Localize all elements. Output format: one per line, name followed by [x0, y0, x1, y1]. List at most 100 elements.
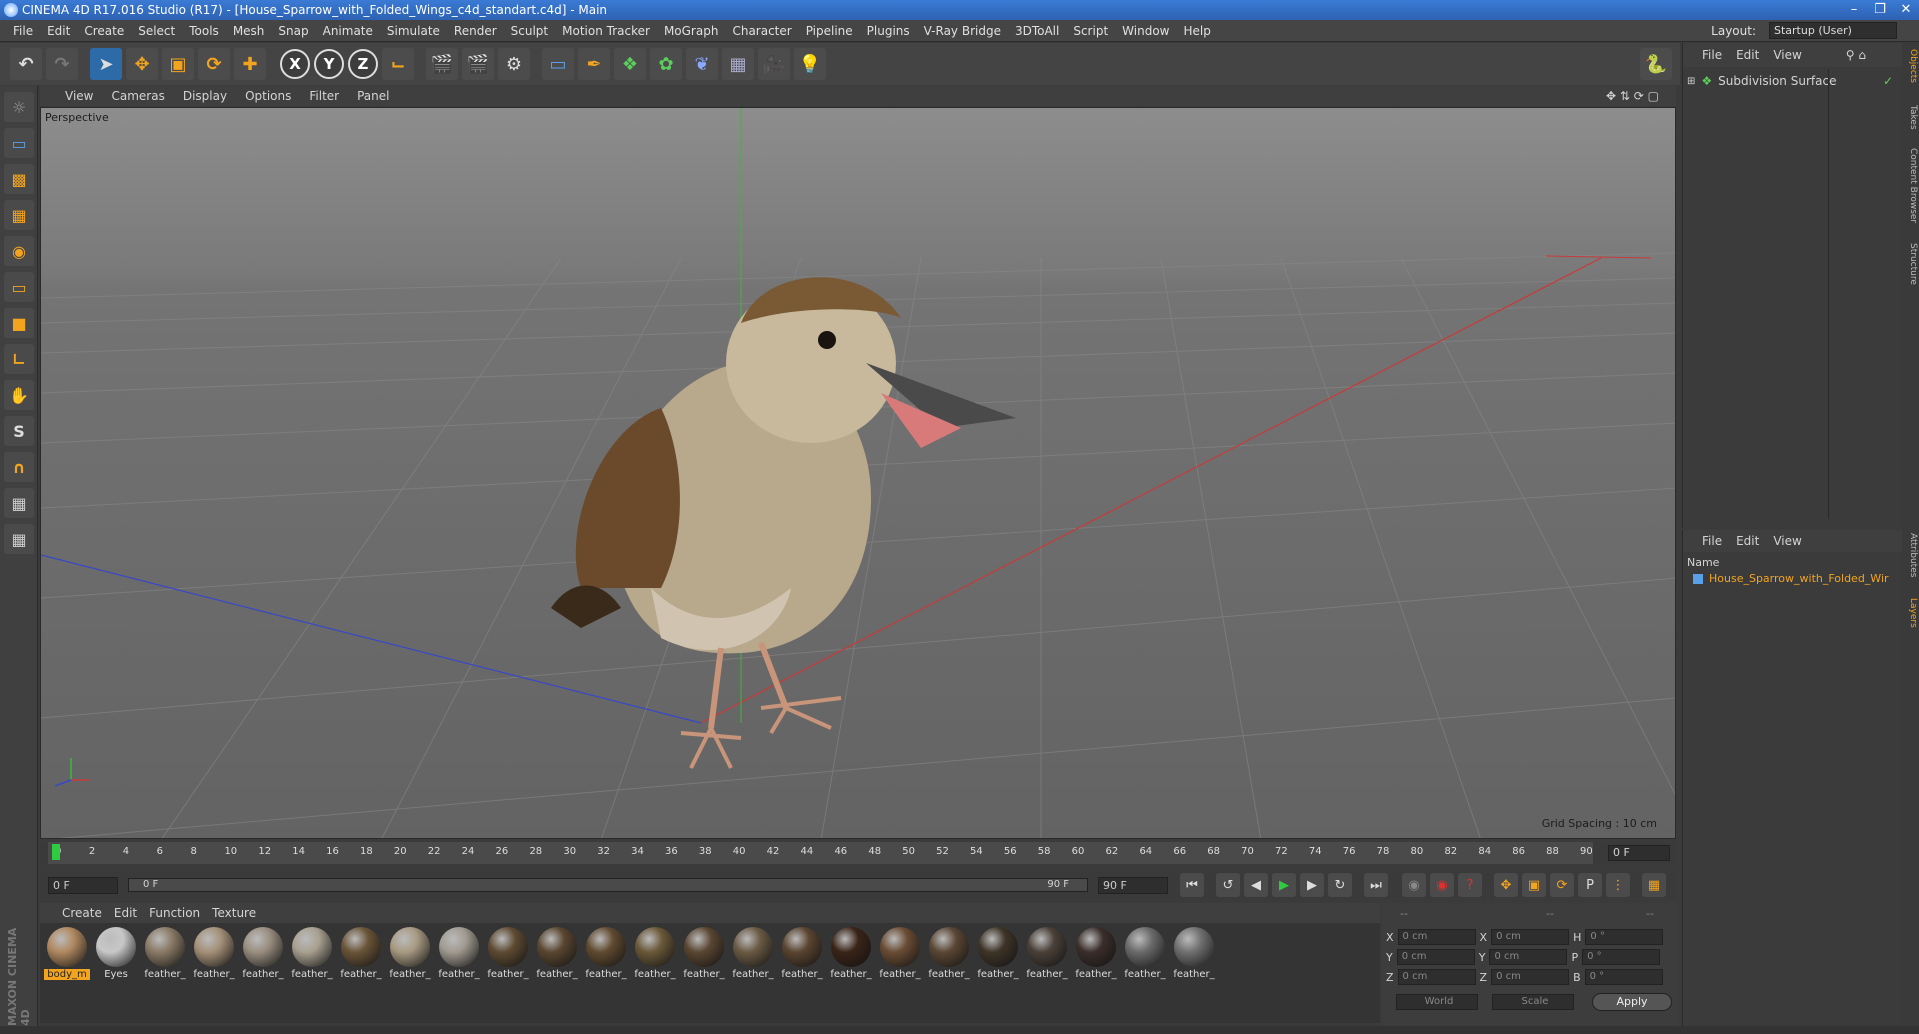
menu-pipeline[interactable]: Pipeline — [799, 24, 860, 38]
layer-menu-view[interactable]: View — [1766, 534, 1808, 548]
material-thumbnail[interactable]: feather_ — [289, 927, 335, 980]
timeline[interactable]: 0246810121416182022242628303234363840424… — [40, 842, 1676, 864]
position-x-input[interactable]: 0 cm — [1397, 929, 1476, 945]
viewport-menu-options[interactable]: Options — [236, 89, 300, 103]
grid-snap-icon[interactable]: ▦ — [4, 524, 34, 554]
menu-select[interactable]: Select — [131, 24, 182, 38]
rotation-key-icon[interactable]: ⟳ — [1550, 873, 1574, 897]
menu-character[interactable]: Character — [725, 24, 798, 38]
material-thumbnail[interactable]: feather_ — [1122, 927, 1168, 980]
workplane-mode-icon[interactable]: ▦ — [4, 200, 34, 230]
close-icon[interactable]: ✕ — [1893, 0, 1919, 20]
model-mode-icon[interactable]: ▭ — [4, 128, 34, 158]
menu-script[interactable]: Script — [1066, 24, 1115, 38]
position-key-icon[interactable]: ✥ — [1494, 873, 1518, 897]
play-forward-icon[interactable]: ▶ — [1272, 873, 1296, 897]
cloner-icon[interactable]: ✿ — [650, 48, 682, 80]
material-thumbnail[interactable]: feather_ — [338, 927, 384, 980]
z-axis-lock-icon[interactable]: Z — [348, 49, 378, 79]
viewport-nav-icons[interactable]: ✥ ⇅ ⟳ ▢ — [1597, 89, 1668, 103]
size-mode-select[interactable]: Scale — [1492, 994, 1574, 1010]
material-thumbnail[interactable]: feather_ — [436, 927, 482, 980]
render-settings-icon[interactable]: ⚙ — [498, 48, 530, 80]
tab-takes[interactable]: Takes — [1903, 105, 1918, 130]
points-mode-icon[interactable]: ◉ — [4, 236, 34, 266]
viewport-menu-cameras[interactable]: Cameras — [102, 89, 173, 103]
go-to-end-icon[interactable]: ⏭ — [1364, 873, 1388, 897]
select-tool-icon[interactable]: ➤ — [90, 48, 122, 80]
minimize-icon[interactable]: – — [1841, 0, 1867, 20]
menu-3dtoall[interactable]: 3DToAll — [1008, 24, 1066, 38]
render-picture-viewer-icon[interactable]: 🎬 — [462, 48, 494, 80]
menu-edit[interactable]: Edit — [40, 24, 77, 38]
make-editable-icon[interactable]: ☼ — [4, 92, 34, 122]
magnet-icon[interactable]: ∩ — [4, 452, 34, 482]
apply-button[interactable]: Apply — [1592, 993, 1672, 1011]
object-row-subdivision-surface[interactable]: ⊞ ❖ Subdivision Surface ✓ — [1687, 73, 1897, 89]
perspective-viewport[interactable]: Perspective Grid Spacing: 10 cm — [40, 107, 1676, 839]
subdivision-surface-icon[interactable]: ❖ — [614, 48, 646, 80]
object-menu-view[interactable]: View — [1766, 48, 1808, 62]
material-thumbnail[interactable]: feather_ — [1171, 927, 1217, 980]
material-thumbnail[interactable]: Eyes — [93, 927, 139, 980]
material-thumbnail[interactable]: feather_ — [877, 927, 923, 980]
restore-icon[interactable]: ❐ — [1867, 0, 1893, 20]
viewport-menu-panel[interactable]: Panel — [348, 89, 398, 103]
layer-menu-edit[interactable]: Edit — [1729, 534, 1766, 548]
material-menu-texture[interactable]: Texture — [206, 906, 262, 920]
previous-frame-icon[interactable]: ◀ — [1244, 873, 1268, 897]
material-thumbnail[interactable]: body_m — [44, 927, 90, 980]
last-tool-icon[interactable]: ✚ — [234, 48, 266, 80]
timeline-scale[interactable]: 0246810121416182022242628303234363840424… — [48, 842, 1593, 864]
menu-tools[interactable]: Tools — [182, 24, 226, 38]
menu-render[interactable]: Render — [447, 24, 504, 38]
object-search-icon[interactable]: ⚲ ⌂ — [1839, 48, 1873, 62]
menu-mograph[interactable]: MoGraph — [657, 24, 726, 38]
viewport-menu-filter[interactable]: Filter — [300, 89, 348, 103]
layer-menu-file[interactable]: File — [1695, 534, 1729, 548]
size-y-input[interactable]: 0 cm — [1489, 949, 1568, 965]
light-icon[interactable]: 💡 — [794, 48, 826, 80]
record-active-objects-icon[interactable]: ◉ — [1430, 873, 1454, 897]
menu-file[interactable]: File — [6, 24, 40, 38]
position-z-input[interactable]: 0 cm — [1397, 969, 1476, 985]
previous-key-icon[interactable]: ↺ — [1216, 873, 1240, 897]
timeline-playhead[interactable] — [52, 844, 60, 860]
grid-lock-icon[interactable]: ▦ — [4, 488, 34, 518]
move-tool-icon[interactable]: ✥ — [126, 48, 158, 80]
next-key-icon[interactable]: ↻ — [1328, 873, 1352, 897]
camera-icon[interactable]: 🎥 — [758, 48, 790, 80]
go-to-start-icon[interactable]: ⏮ — [1180, 873, 1204, 897]
material-menu-edit[interactable]: Edit — [108, 906, 143, 920]
menu-snap[interactable]: Snap — [271, 24, 315, 38]
position-y-input[interactable]: 0 cm — [1396, 949, 1475, 965]
autokeying-icon[interactable]: ? — [1458, 873, 1482, 897]
menu-create[interactable]: Create — [77, 24, 131, 38]
texture-mode-icon[interactable]: ▩ — [4, 164, 34, 194]
parameter-key-icon[interactable]: P — [1578, 873, 1602, 897]
material-thumbnail[interactable]: feather_ — [387, 927, 433, 980]
layout-select[interactable]: Startup (User) — [1769, 22, 1897, 39]
timeline-window-icon[interactable]: ▦ — [1642, 873, 1666, 897]
rotation-p-input[interactable]: 0 ° — [1582, 949, 1661, 965]
tweak-mode-icon[interactable]: ✋ — [4, 380, 34, 410]
material-thumbnail[interactable]: feather_ — [534, 927, 580, 980]
expand-icon[interactable]: ⊞ — [1687, 76, 1695, 87]
material-thumbnail[interactable]: feather_ — [926, 927, 972, 980]
menu-window[interactable]: Window — [1115, 24, 1176, 38]
material-menu-function[interactable]: Function — [143, 906, 206, 920]
snap-icon[interactable]: S — [4, 416, 34, 446]
material-thumbnail[interactable]: feather_ — [975, 927, 1021, 980]
object-menu-edit[interactable]: Edit — [1729, 48, 1766, 62]
material-thumbnail[interactable]: feather_ — [681, 927, 727, 980]
x-axis-lock-icon[interactable]: X — [280, 49, 310, 79]
coordinate-space-select[interactable]: World — [1396, 994, 1478, 1010]
menu-simulate[interactable]: Simulate — [380, 24, 447, 38]
material-thumbnail[interactable]: feather_ — [485, 927, 531, 980]
visibility-check-icon[interactable]: ✓ — [1883, 74, 1893, 88]
menu-animate[interactable]: Animate — [316, 24, 380, 38]
spline-pen-icon[interactable]: ✒ — [578, 48, 610, 80]
material-thumbnail[interactable]: feather_ — [191, 927, 237, 980]
menu-plugins[interactable]: Plugins — [860, 24, 917, 38]
cube-object-icon[interactable]: ▭ — [542, 48, 574, 80]
